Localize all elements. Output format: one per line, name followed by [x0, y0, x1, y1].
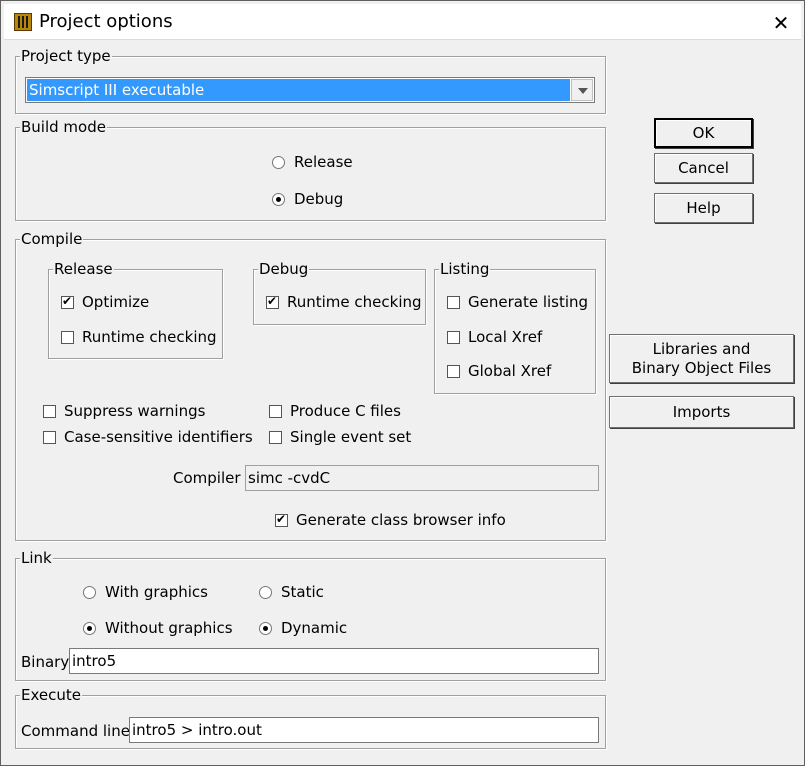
project-type-select[interactable]: Simscript III executable	[25, 77, 595, 103]
with-graphics-label: With graphics	[105, 583, 208, 601]
suppress-warnings-checkbox-box[interactable]	[43, 405, 56, 418]
optimize-checkbox[interactable]: Optimize	[61, 293, 149, 311]
release-radio-indicator[interactable]	[272, 156, 285, 169]
binary-label: Binary	[21, 653, 70, 671]
case-sensitive-label: Case-sensitive identifiers	[64, 428, 253, 446]
without-graphics-radio-indicator[interactable]	[83, 622, 96, 635]
produce-c-checkbox-box[interactable]	[269, 405, 282, 418]
chevron-down-icon[interactable]	[571, 79, 593, 101]
execute-label: Execute	[20, 686, 82, 704]
debug-runtime-label: Runtime checking	[287, 293, 422, 311]
case-sensitive-checkbox[interactable]: Case-sensitive identifiers	[43, 428, 253, 446]
static-radio-indicator[interactable]	[259, 586, 272, 599]
cancel-button[interactable]: Cancel	[654, 153, 753, 183]
generate-listing-checkbox[interactable]: Generate listing	[447, 293, 588, 311]
generate-listing-label: Generate listing	[468, 293, 589, 311]
compiler-field[interactable]: simc -cvdC	[245, 465, 599, 491]
generate-listing-checkbox-box[interactable]	[447, 296, 460, 309]
debug-radio[interactable]: Debug	[272, 190, 343, 208]
compile-debug-label: Debug	[258, 260, 310, 278]
local-xref-label: Local Xref	[468, 328, 543, 346]
ok-button[interactable]: OK	[654, 118, 753, 148]
build-mode-label: Build mode	[20, 118, 107, 136]
class-browser-label: Generate class browser info	[296, 511, 506, 529]
global-xref-checkbox-box[interactable]	[447, 365, 460, 378]
local-xref-checkbox-box[interactable]	[447, 331, 460, 344]
local-xref-checkbox[interactable]: Local Xref	[447, 328, 542, 346]
command-line-input[interactable]: intro5 > intro.out	[129, 717, 599, 743]
suppress-warnings-checkbox[interactable]: Suppress warnings	[43, 402, 205, 420]
class-browser-checkbox[interactable]: Generate class browser info	[275, 511, 506, 529]
project-type-label: Project type	[20, 47, 112, 65]
optimize-label: Optimize	[82, 293, 150, 311]
app-icon	[14, 13, 32, 31]
compile-label: Compile	[20, 230, 84, 248]
optimize-checkbox-box[interactable]	[61, 294, 74, 309]
libraries-button[interactable]: Libraries and Binary Object Files	[609, 334, 794, 383]
compile-release-label: Release	[53, 260, 114, 278]
with-graphics-radio-indicator[interactable]	[83, 586, 96, 599]
without-graphics-label: Without graphics	[105, 619, 233, 637]
close-button[interactable]: ✕	[771, 13, 791, 33]
release-runtime-checkbox-box[interactable]	[61, 331, 74, 344]
project-type-value: Simscript III executable	[27, 79, 570, 101]
release-radio[interactable]: Release	[272, 153, 353, 171]
dynamic-radio-indicator[interactable]	[259, 622, 272, 635]
static-label: Static	[281, 583, 324, 601]
single-event-label: Single event set	[290, 428, 412, 446]
single-event-checkbox[interactable]: Single event set	[269, 428, 411, 446]
produce-c-checkbox[interactable]: Produce C files	[269, 402, 401, 420]
title-bar[interactable]: Project options ✕	[4, 4, 801, 40]
listing-label: Listing	[439, 260, 491, 278]
debug-runtime-checkbox-box[interactable]	[266, 294, 279, 309]
help-button[interactable]: Help	[654, 193, 753, 223]
binary-input[interactable]: intro5	[69, 648, 599, 674]
single-event-checkbox-box[interactable]	[269, 431, 282, 444]
command-line-label: Command line	[21, 722, 130, 740]
case-sensitive-checkbox-box[interactable]	[43, 431, 56, 444]
imports-button[interactable]: Imports	[609, 396, 794, 428]
compiler-label: Compiler	[173, 469, 241, 487]
static-radio[interactable]: Static	[259, 583, 324, 601]
debug-radio-indicator[interactable]	[272, 193, 285, 206]
window-title: Project options	[39, 11, 173, 32]
suppress-warnings-label: Suppress warnings	[64, 402, 206, 420]
without-graphics-radio[interactable]: Without graphics	[83, 619, 233, 637]
dynamic-radio[interactable]: Dynamic	[259, 619, 347, 637]
class-browser-checkbox-box[interactable]	[275, 512, 288, 527]
debug-runtime-checkbox[interactable]: Runtime checking	[266, 293, 422, 311]
global-xref-label: Global Xref	[468, 362, 552, 380]
with-graphics-radio[interactable]: With graphics	[83, 583, 208, 601]
libraries-button-label: Libraries and Binary Object Files	[631, 340, 772, 377]
link-label: Link	[20, 549, 53, 567]
debug-radio-label: Debug	[294, 190, 344, 208]
release-radio-label: Release	[294, 153, 353, 171]
release-runtime-label: Runtime checking	[82, 328, 217, 346]
project-options-dialog: Project options ✕ Project type Simscript…	[0, 0, 805, 766]
dynamic-label: Dynamic	[281, 619, 348, 637]
produce-c-label: Produce C files	[290, 402, 401, 420]
release-runtime-checkbox[interactable]: Runtime checking	[61, 328, 217, 346]
global-xref-checkbox[interactable]: Global Xref	[447, 362, 551, 380]
